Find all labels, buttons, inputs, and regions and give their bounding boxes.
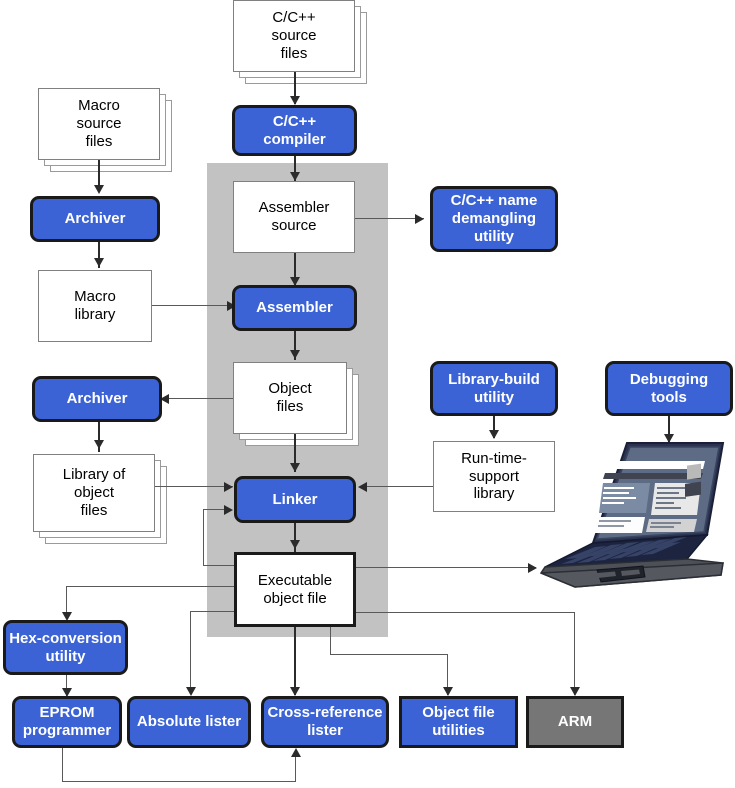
arrowhead-executable-to-absolute-lister (186, 687, 196, 696)
macro-source-files-box: Macro source files (38, 88, 160, 160)
eprom-programmer-box[interactable]: EPROM programmer (12, 696, 122, 748)
line-eprom-loop-across (62, 781, 296, 782)
arrowhead-executable-to-arm (570, 687, 580, 696)
cpp-name-demangling-utility-box[interactable]: C/C++ name demangling utility (430, 186, 558, 252)
assembler-source-box: Assembler source (233, 181, 355, 253)
line-executable-to-laptop (356, 567, 536, 568)
absolute-lister-box[interactable]: Absolute lister (127, 696, 251, 748)
laptop-illustration (539, 442, 725, 588)
software-development-flow-diagram: C/C++ source files C/C++ compiler Macro … (0, 0, 735, 788)
arrowhead-linker-to-executable (290, 540, 300, 549)
arrowhead-source-to-compiler (290, 96, 300, 105)
assembler-box[interactable]: Assembler (232, 285, 357, 331)
line-executable-to-arm-v (574, 612, 575, 695)
line-object-files-to-archiver (163, 398, 233, 399)
cross-reference-lister-box[interactable]: Cross-reference lister (261, 696, 389, 748)
arrowhead-assembler-source-to-demangling (415, 214, 424, 224)
line-eprom-loop-up (295, 755, 296, 782)
line-executable-to-hex-conversion-h (66, 586, 234, 587)
object-file-utilities-box[interactable]: Object file utilities (399, 696, 518, 748)
arrowhead-executable-to-object-file-utilities (443, 687, 453, 696)
line-macro-library-to-assembler (152, 305, 236, 306)
object-files-box: Object files (233, 362, 347, 434)
archiver-object-box[interactable]: Archiver (32, 376, 162, 422)
line-eprom-loop-down (62, 748, 63, 782)
cpp-compiler-box[interactable]: C/C++ compiler (232, 105, 357, 156)
arrowhead-archiver-to-macro-library (94, 258, 104, 267)
line-executable-to-absolute-lister-h (190, 611, 234, 612)
linker-box[interactable]: Linker (234, 476, 356, 523)
library-build-utility-box[interactable]: Library-build utility (430, 361, 558, 416)
arrowhead-object-files-to-linker (290, 463, 300, 472)
arrowhead-library-build-to-runtime-support (489, 430, 499, 439)
line-executable-to-absolute-lister-v (190, 611, 191, 694)
arrowhead-macro-source-to-archiver (94, 185, 104, 194)
line-library-of-object-files-to-linker (155, 486, 233, 487)
archiver-macro-box[interactable]: Archiver (30, 196, 160, 242)
arrowhead-assembler-to-object-files (290, 350, 300, 359)
line-executable-to-cross-reference-lister (294, 627, 296, 695)
executable-object-file-box: Executable object file (234, 552, 356, 627)
macro-library-box: Macro library (38, 270, 152, 342)
line-runtime-support-to-linker (366, 486, 433, 487)
arrowhead-compiler-to-assembler-source (290, 172, 300, 181)
library-of-object-files-box: Library of object files (33, 454, 155, 532)
arrowhead-archiver-to-library-of-object-files (94, 440, 104, 449)
line-feedback-exec-left (203, 565, 234, 566)
arrowhead-runtime-support-to-linker (358, 482, 367, 492)
cpp-source-files-box: C/C++ source files (233, 0, 355, 72)
arm-target-box: ARM (526, 696, 624, 748)
arrowhead-eprom-loop-to-cross-reference-lister (291, 748, 301, 757)
arrowhead-executable-to-cross-reference-lister (290, 687, 300, 696)
line-executable-to-object-file-utilities-h1 (330, 654, 447, 655)
arrowhead-feedback-exec-to-linker (224, 505, 233, 515)
arrowhead-library-of-object-files-to-linker (224, 482, 233, 492)
line-assembler-source-to-demangling (355, 218, 424, 219)
line-feedback-exec-up (203, 509, 204, 566)
hex-conversion-utility-box[interactable]: Hex-conversion utility (3, 620, 128, 675)
line-executable-to-arm-h (356, 612, 574, 613)
line-executable-to-object-file-utilities-v1 (330, 627, 331, 655)
debugging-tools-box[interactable]: Debugging tools (605, 361, 733, 416)
